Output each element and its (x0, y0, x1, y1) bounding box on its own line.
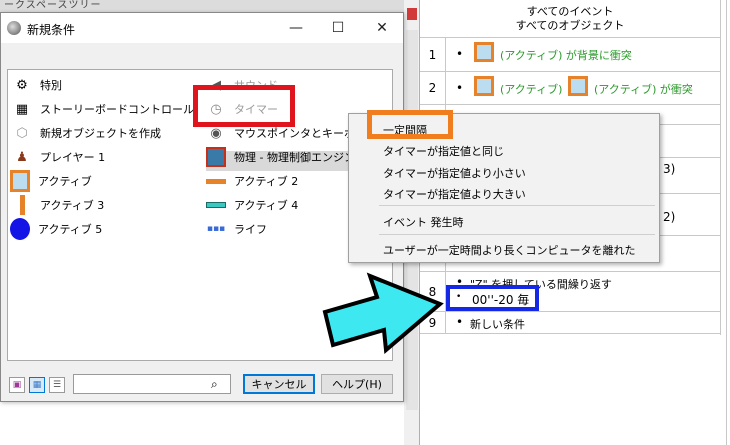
pointer-arrow-icon (322, 272, 444, 354)
arrow-shape (322, 272, 444, 354)
